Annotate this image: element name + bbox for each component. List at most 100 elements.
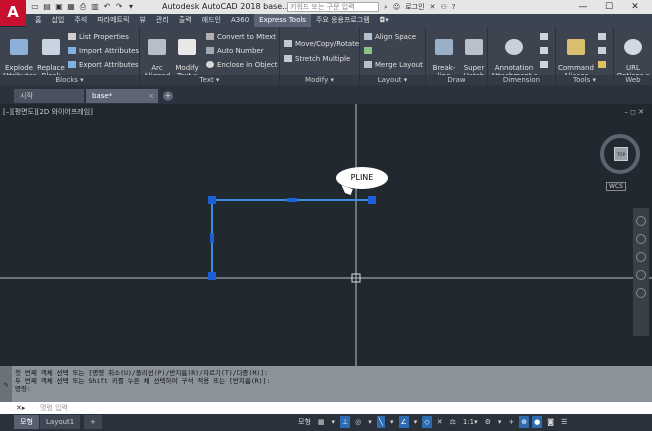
annotation-scale-dropdown[interactable]: 1:1▾: [461, 416, 480, 428]
search-icon[interactable]: ⌕: [384, 3, 388, 12]
redo-icon[interactable]: ↷: [114, 2, 124, 12]
plot-icon[interactable]: ⎙: [78, 2, 88, 12]
convert-mtext-button[interactable]: Convert to Mtext: [206, 33, 276, 42]
exchange-icon[interactable]: ✕: [430, 3, 436, 11]
tab-model[interactable]: 모형: [14, 415, 39, 429]
draw-panel-title[interactable]: Draw: [426, 75, 487, 85]
polar-dropdown[interactable]: ▾: [366, 416, 374, 428]
dim-tool-1[interactable]: [540, 33, 551, 42]
pan-icon[interactable]: [636, 234, 646, 244]
super-hatch-button[interactable]: Super Hatch: [461, 31, 487, 80]
tab-output[interactable]: 출력: [174, 14, 197, 27]
tab-view[interactable]: 뷰: [134, 14, 150, 27]
app-logo[interactable]: A: [0, 0, 26, 26]
undo-icon[interactable]: ↶: [102, 2, 112, 12]
osnap-dropdown[interactable]: ▾: [412, 416, 420, 428]
osnap-tracking-icon[interactable]: ∠: [398, 416, 409, 428]
polar-icon[interactable]: ◎: [353, 416, 363, 428]
arc-aligned-button[interactable]: Arc Aligned: [142, 31, 172, 80]
drawing-canvas[interactable]: [–][평면도][2D 와이어프레임] – ◻ ✕ PLINE TOP WCS: [0, 104, 652, 366]
tab-annotate[interactable]: 주석: [69, 14, 92, 27]
doc-tab-base[interactable]: base* ×: [86, 89, 158, 103]
isodraft-dropdown[interactable]: ▾: [388, 416, 396, 428]
osnap-icon[interactable]: ◇: [422, 416, 432, 428]
orbit-icon[interactable]: [636, 270, 646, 280]
grip-end[interactable]: [368, 196, 376, 204]
workspace-dropdown[interactable]: ▾: [496, 416, 504, 428]
tools-btn-1[interactable]: [598, 33, 609, 42]
snap-dropdown[interactable]: ▾: [330, 416, 338, 428]
layout-tool-button[interactable]: [364, 47, 375, 56]
explode-attributes-button[interactable]: Explode Attributes: [2, 31, 37, 80]
tab-a360[interactable]: A360: [226, 14, 254, 27]
share-icon[interactable]: ▾: [126, 2, 136, 12]
saveas-icon[interactable]: ▦: [66, 2, 76, 12]
grip-mid-horizontal[interactable]: [287, 198, 297, 202]
annotation-visibility-icon[interactable]: ✕: [435, 416, 445, 428]
units-icon[interactable]: ⊕: [519, 416, 530, 428]
grip-mid-vertical[interactable]: [210, 233, 214, 243]
search-input[interactable]: 키워드 또는 구문 입력: [287, 2, 379, 12]
customization-icon[interactable]: ☰: [559, 416, 569, 428]
annotation-attachment-button[interactable]: Annotation Attachment ▾: [490, 31, 538, 80]
zoom-icon[interactable]: [636, 252, 646, 262]
isodraft-icon[interactable]: ╲: [376, 416, 385, 428]
model-space-toggle[interactable]: 모형: [296, 416, 313, 428]
move-copy-rotate-button[interactable]: Move/Copy/Rotate: [284, 40, 359, 49]
ortho-icon[interactable]: ⊥: [340, 416, 351, 428]
close-tab-icon[interactable]: ×: [148, 89, 154, 103]
save-icon[interactable]: ▣: [54, 2, 64, 12]
command-line-handle[interactable]: ✎: [0, 366, 12, 402]
dim-tool-2[interactable]: [540, 47, 551, 56]
viewcube[interactable]: TOP: [600, 134, 640, 174]
annotation-monitor-icon[interactable]: +: [506, 416, 516, 428]
annotation-scale-icon[interactable]: ⚖: [448, 416, 458, 428]
text-panel-title[interactable]: Text ▾: [140, 75, 279, 85]
tools-btn-2[interactable]: [598, 47, 609, 56]
grid-icon[interactable]: ▦: [316, 416, 327, 428]
tab-insert[interactable]: 삽입: [46, 14, 69, 27]
web-panel-title[interactable]: Web: [614, 75, 652, 85]
export-attributes-button[interactable]: Export Attributes: [68, 61, 139, 70]
grip-bottom[interactable]: [208, 272, 216, 280]
command-prompt-icon[interactable]: ✕▸: [16, 402, 25, 414]
tab-express-tools[interactable]: Express Tools: [254, 14, 311, 27]
tools-btn-3[interactable]: [598, 61, 609, 70]
stretch-multiple-button[interactable]: Stretch Multiple: [284, 55, 350, 64]
wcs-menu[interactable]: WCS: [606, 182, 626, 191]
merge-layout-button[interactable]: Merge Layout: [364, 61, 423, 70]
tab-featured-apps[interactable]: 주요 응용프로그램: [311, 14, 375, 27]
minimize-button[interactable]: —: [570, 0, 596, 14]
open-icon[interactable]: ▤: [42, 2, 52, 12]
tab-layout1[interactable]: Layout1: [40, 415, 81, 429]
tab-home[interactable]: 홈: [30, 14, 46, 27]
dim-tool-3[interactable]: [540, 61, 551, 70]
new-icon[interactable]: ▭: [30, 2, 40, 12]
help-icon[interactable]: ?: [452, 3, 456, 11]
command-aliases-button[interactable]: Command Aliases: [558, 31, 594, 80]
polyline[interactable]: [211, 199, 372, 276]
tab-addins[interactable]: 애드인: [197, 14, 226, 27]
clean-screen-icon[interactable]: ◙: [545, 416, 556, 428]
steering-wheel-icon[interactable]: [636, 216, 646, 226]
user-icon[interactable]: ☺: [393, 3, 400, 11]
print-icon[interactable]: ▥: [90, 2, 100, 12]
workspace-gear-icon[interactable]: ⚙: [483, 416, 493, 428]
dimension-panel-title[interactable]: Dimension: [488, 75, 555, 85]
blocks-panel-title[interactable]: Blocks ▾: [0, 75, 139, 85]
close-button[interactable]: ✕: [622, 0, 648, 14]
modify-text-button[interactable]: Modify Text ▾: [172, 31, 202, 80]
list-properties-button[interactable]: List Properties: [68, 33, 129, 42]
maximize-button[interactable]: ☐: [596, 0, 622, 14]
auto-number-button[interactable]: Auto Number: [206, 47, 264, 56]
grip-corner[interactable]: [208, 196, 216, 204]
command-input[interactable]: ✕▸ 명령 입력: [0, 402, 652, 414]
connect-icon[interactable]: ⚇: [440, 3, 446, 11]
tab-more[interactable]: ◘▾: [375, 14, 394, 27]
modify-panel-title[interactable]: Modify ▾: [280, 75, 359, 85]
enclose-object-button[interactable]: Enclose in Object: [206, 61, 278, 70]
replace-block-button[interactable]: Replace Block: [36, 31, 66, 80]
isolate-objects-icon[interactable]: ●: [532, 416, 543, 428]
login-label[interactable]: 로그인: [405, 2, 424, 12]
tab-manage[interactable]: 관리: [151, 14, 174, 27]
